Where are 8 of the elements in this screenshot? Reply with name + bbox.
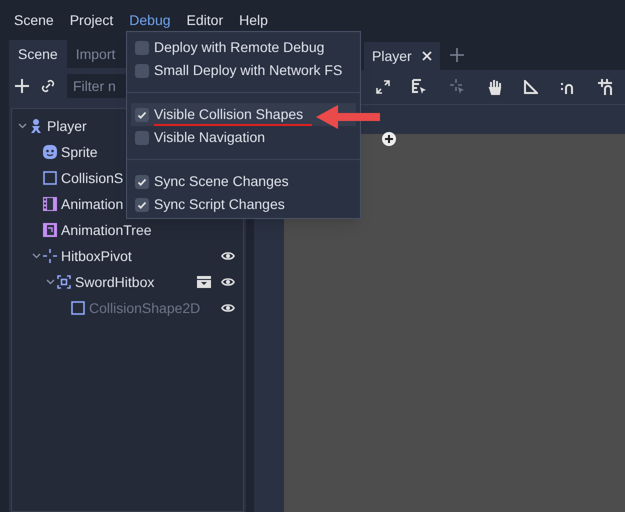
- node-label: Animation: [61, 194, 124, 214]
- node-label: Player: [47, 116, 87, 136]
- node-label: CollisionShape2D: [89, 298, 200, 318]
- node-label: CollisionS: [61, 168, 124, 188]
- node-label: AnimationTree: [61, 220, 152, 240]
- node-label: SwordHitbox: [75, 272, 154, 292]
- node-label: HitboxPivot: [61, 246, 132, 266]
- node-label: Sprite: [61, 142, 98, 162]
